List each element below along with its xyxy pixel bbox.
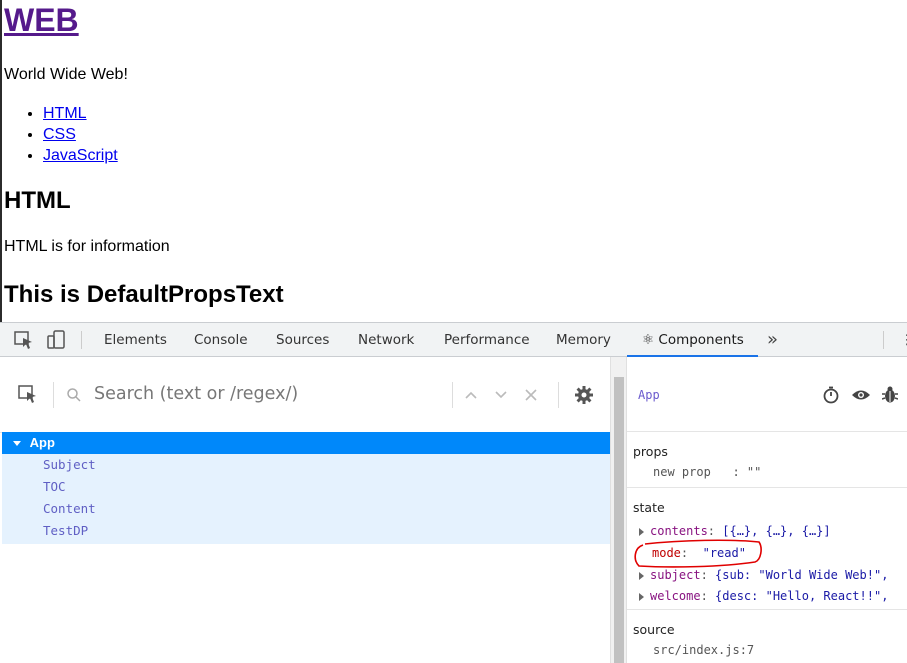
toc-item: CSS bbox=[43, 124, 118, 145]
device-toolbar-icon[interactable] bbox=[45, 330, 67, 350]
inspected-component-name: App bbox=[638, 388, 660, 402]
prop-key: new prop bbox=[653, 465, 711, 479]
prop-value[interactable]: "" bbox=[747, 465, 761, 479]
settings-gear-icon[interactable] bbox=[574, 385, 594, 410]
state-row-subject[interactable]: subject: {sub: "World Wide Web!", bbox=[639, 568, 888, 582]
tree-row-toc[interactable]: TOC bbox=[2, 476, 610, 498]
tree-scrollbar[interactable] bbox=[610, 357, 626, 663]
toc-link-html[interactable]: HTML bbox=[43, 105, 87, 122]
search-separator bbox=[452, 382, 453, 408]
tab-elements[interactable]: Elements bbox=[104, 323, 167, 357]
expand-arrow-icon[interactable] bbox=[639, 571, 644, 580]
toc-list: HTML CSS JavaScript bbox=[43, 103, 118, 166]
tab-separator bbox=[883, 331, 884, 349]
search-icon bbox=[66, 387, 82, 408]
bug-icon[interactable] bbox=[881, 386, 899, 409]
clear-search-icon[interactable] bbox=[524, 388, 538, 407]
state-title: state bbox=[633, 500, 665, 515]
tab-performance[interactable]: Performance bbox=[444, 323, 530, 357]
section-heading: HTML bbox=[4, 187, 71, 214]
expand-arrow-icon[interactable] bbox=[639, 592, 644, 601]
components-tree-pane: Search (text or /regex/) App Subject TOC bbox=[0, 357, 610, 663]
tree-row-subject[interactable]: Subject bbox=[2, 454, 610, 476]
site-title-link[interactable]: WEB bbox=[4, 2, 79, 38]
toc-link-javascript[interactable]: JavaScript bbox=[43, 147, 118, 164]
inspector-header: App bbox=[627, 357, 907, 432]
toc-link-css[interactable]: CSS bbox=[43, 126, 76, 143]
state-row-welcome[interactable]: welcome: {desc: "Hello, React!!", bbox=[639, 589, 888, 603]
search-input[interactable]: Search (text or /regex/) bbox=[94, 384, 298, 404]
prop-row[interactable]: new prop : "" bbox=[653, 465, 761, 479]
stopwatch-icon[interactable] bbox=[822, 386, 840, 409]
tab-network[interactable]: Network bbox=[358, 323, 414, 357]
source-value[interactable]: src/index.js:7 bbox=[653, 643, 754, 657]
section-text: HTML is for information bbox=[4, 238, 170, 255]
search-toolbar: Search (text or /regex/) bbox=[0, 357, 610, 433]
tab-components[interactable]: ⚛ Components bbox=[627, 323, 758, 357]
expand-arrow-icon[interactable] bbox=[639, 527, 644, 536]
toc-item: JavaScript bbox=[43, 145, 118, 166]
devtools-panel: Elements Console Sources Network Perform… bbox=[0, 322, 907, 663]
kebab-menu-icon[interactable]: ⋮ bbox=[900, 323, 907, 357]
select-component-icon[interactable] bbox=[18, 385, 40, 410]
source-section: source src/index.js:7 bbox=[627, 610, 907, 663]
inspect-element-icon[interactable] bbox=[13, 330, 35, 350]
tree-row-app[interactable]: App bbox=[2, 432, 610, 454]
tree-row-content[interactable]: Content bbox=[2, 498, 610, 520]
props-section: props new prop : "" bbox=[627, 432, 907, 488]
tree-row-testdp[interactable]: TestDP bbox=[2, 520, 610, 544]
site-title: WEB bbox=[4, 2, 79, 39]
more-tabs-icon[interactable]: » bbox=[767, 323, 778, 357]
tab-sources[interactable]: Sources bbox=[276, 323, 329, 357]
tab-memory[interactable]: Memory bbox=[556, 323, 611, 357]
component-inspector-pane: App props new prop : "" state contents: … bbox=[626, 357, 907, 663]
toc-item: HTML bbox=[43, 103, 118, 124]
scrollbar-thumb[interactable] bbox=[614, 377, 624, 663]
chevron-down-icon[interactable] bbox=[494, 388, 508, 407]
web-page: WEB World Wide Web! HTML CSS JavaScript … bbox=[0, 0, 907, 322]
tree-row-label: App bbox=[29, 435, 55, 450]
search-separator bbox=[558, 382, 559, 408]
default-props-heading: This is DefaultPropsText bbox=[4, 281, 284, 308]
chevron-up-icon[interactable] bbox=[464, 388, 478, 407]
expanded-triangle-icon[interactable] bbox=[13, 441, 21, 447]
source-title: source bbox=[633, 622, 675, 637]
tab-separator bbox=[81, 331, 82, 349]
eye-icon[interactable] bbox=[851, 388, 871, 407]
state-row-contents[interactable]: contents: [{…}, {…}, {…}] bbox=[639, 524, 831, 538]
intro-text: World Wide Web! bbox=[4, 66, 128, 83]
state-section: state contents: [{…}, {…}, {…}] mode: "r… bbox=[627, 488, 907, 610]
tab-console[interactable]: Console bbox=[194, 323, 248, 357]
search-separator bbox=[53, 382, 54, 408]
props-title: props bbox=[633, 444, 668, 459]
red-annotation-circle bbox=[634, 539, 762, 568]
devtools-tab-bar: Elements Console Sources Network Perform… bbox=[0, 322, 907, 357]
